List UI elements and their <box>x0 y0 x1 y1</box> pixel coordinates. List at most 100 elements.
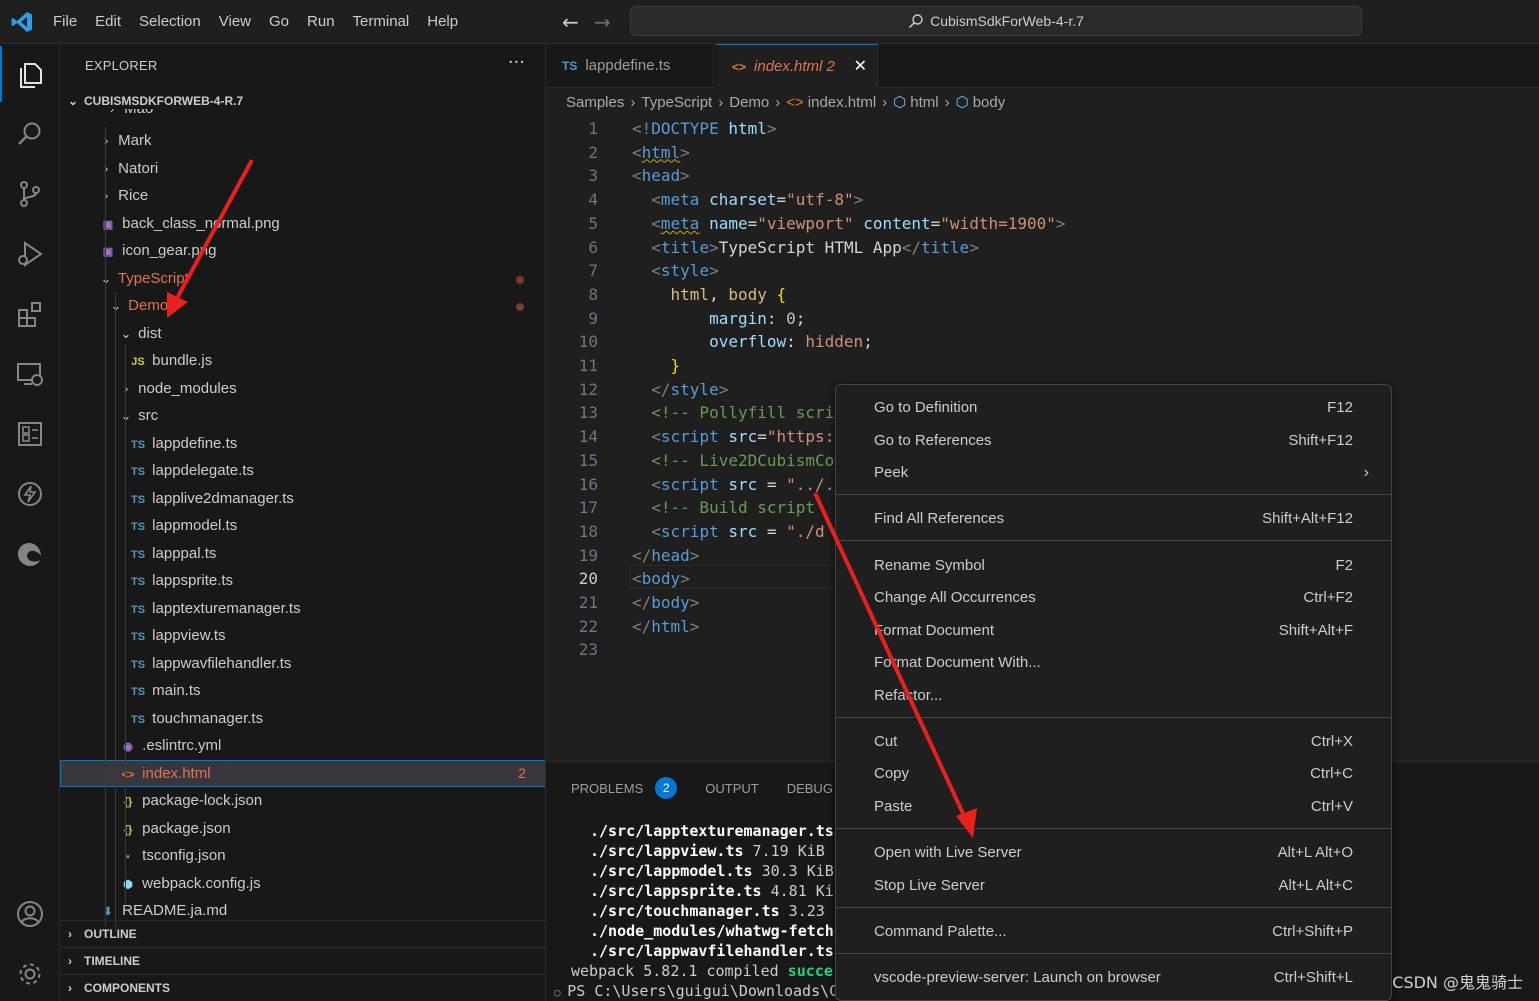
menu-item-open-with-live-server[interactable]: Open with Live Server Alt+L Alt+O <box>840 837 1387 869</box>
menu-item-peek[interactable]: Peek › <box>840 457 1387 489</box>
tree-file-eslintrc-yml[interactable]: ◉ .eslintrc.yml <box>60 732 545 760</box>
menu-item-vscode-preview-server-launch-on-browser[interactable]: vscode-preview-server: Launch on browser… <box>840 962 1387 994</box>
code-line[interactable]: 11 } <box>546 354 1539 378</box>
activity-remote-explorer[interactable] <box>0 346 60 402</box>
tree-file-index-html[interactable]: <> index.html 2 <box>60 759 545 787</box>
tree-file-lappsprite-ts[interactable]: TS lappsprite.ts <box>60 567 545 595</box>
panel-tab-problems[interactable]: PROBLEMS <box>571 781 643 796</box>
activity-search[interactable] <box>0 106 60 162</box>
menu-view[interactable]: View <box>210 7 260 37</box>
timeline-section[interactable]: › TIMELINE <box>60 947 545 974</box>
tree-file-lapptexturemanager-ts[interactable]: TS lapptexturemanager.ts <box>60 595 545 623</box>
panel-tab-output[interactable]: OUTPUT <box>705 781 758 796</box>
menu-file[interactable]: File <box>44 7 86 37</box>
tree-file-back-class-normal-png[interactable]: ▣ back_class_normal.png <box>60 210 545 238</box>
tree-file-lappwavfilehandler-ts[interactable]: TS lappwavfilehandler.ts <box>60 650 545 678</box>
components-section[interactable]: › COMPONENTS <box>60 974 545 1001</box>
activity-source-control[interactable] <box>0 166 60 222</box>
line-content: <script src = "../. <box>651 474 835 494</box>
breadcrumb-samples[interactable]: Samples <box>566 94 624 111</box>
breadcrumb-body[interactable]: body <box>973 94 1006 111</box>
tree-file-lappview-ts[interactable]: TS lappview.ts <box>60 622 545 650</box>
code-line[interactable]: 1 <!DOCTYPE html> <box>546 117 1539 141</box>
more-actions-icon[interactable]: ··· <box>508 52 525 73</box>
menu-item-find-all-references[interactable]: Find All References Shift+Alt+F12 <box>840 503 1387 535</box>
tree-folder-mark[interactable]: › Mark <box>60 127 545 155</box>
tree-folder-typescript[interactable]: ⌄ TypeScript <box>60 265 545 293</box>
menu-item-shortcut: Alt+L Alt+O <box>1277 844 1353 861</box>
forward-arrow-icon[interactable]: → <box>594 10 611 34</box>
menu-run[interactable]: Run <box>298 7 344 37</box>
menu-item-change-all-occurrences[interactable]: Change All Occurrences Ctrl+F2 <box>840 582 1387 614</box>
code-line[interactable]: 5 <meta name="viewport" content="width=1… <box>546 212 1539 236</box>
menu-item-command-palette[interactable]: Command Palette... Ctrl+Shift+P <box>840 916 1387 948</box>
code-line[interactable]: 4 <meta charset="utf-8"> <box>546 188 1539 212</box>
tree-file-package-lock-json[interactable]: {} package-lock.json <box>60 787 545 815</box>
tab-index-html[interactable]: <> index.html 2 ✕ <box>716 44 878 88</box>
breadcrumb-demo[interactable]: Demo <box>729 94 769 111</box>
line-number: 6 <box>588 237 598 257</box>
menu-help[interactable]: Help <box>418 7 467 37</box>
activity-extensions[interactable] <box>0 286 60 342</box>
menu-item-format-document-with[interactable]: Format Document With... <box>840 647 1387 679</box>
tree-folder-node-modules[interactable]: › node_modules <box>60 375 545 403</box>
tree-file-webpack-config-js[interactable]: ⬢ webpack.config.js <box>60 870 545 898</box>
tab-lappdefine[interactable]: TS lappdefine.ts <box>546 44 714 88</box>
tree-folder-natori[interactable]: › Natori <box>60 155 545 183</box>
menu-item-go-to-definition[interactable]: Go to Definition F12 <box>840 392 1387 424</box>
tree-file-lapppal-ts[interactable]: TS lapppal.ts <box>60 540 545 568</box>
activity-edge-devtools[interactable] <box>0 526 60 582</box>
tree-file-lappdelegate-ts[interactable]: TS lappdelegate.ts <box>60 457 545 485</box>
activity-live-share[interactable] <box>0 466 60 522</box>
back-arrow-icon[interactable]: ← <box>562 10 579 34</box>
code-line[interactable]: 8 html, body { <box>546 283 1539 307</box>
menu-item-stop-live-server[interactable]: Stop Live Server Alt+L Alt+C <box>840 870 1387 902</box>
tree-folder-dist[interactable]: ⌄ dist <box>60 320 545 348</box>
menu-item-refactor[interactable]: Refactor... <box>840 680 1387 712</box>
code-line[interactable]: 7 <style> <box>546 259 1539 283</box>
menu-separator <box>836 953 1391 954</box>
menu-item-copy[interactable]: Copy Ctrl+C <box>840 758 1387 790</box>
tree-file-lappdefine-ts[interactable]: TS lappdefine.ts <box>60 430 545 458</box>
activity-accounts[interactable] <box>0 886 60 942</box>
line-number: 17 <box>578 498 598 518</box>
tree-file-lapplive2dmanager-ts[interactable]: TS lapplive2dmanager.ts <box>60 485 545 513</box>
menu-edit[interactable]: Edit <box>86 7 130 37</box>
menu-terminal[interactable]: Terminal <box>344 7 419 37</box>
breadcrumb-index-html[interactable]: index.html <box>808 94 876 111</box>
tree-file-touchmanager-ts[interactable]: TS touchmanager.ts <box>60 705 545 733</box>
menu-item-cut[interactable]: Cut Ctrl+X <box>840 726 1387 758</box>
tree-file-lappmodel-ts[interactable]: TS lappmodel.ts <box>60 512 545 540</box>
tree-file-bundle-js[interactable]: JS bundle.js <box>60 347 545 375</box>
tree-folder-src[interactable]: ⌄ src <box>60 402 545 430</box>
menu-item-paste[interactable]: Paste Ctrl+V <box>840 791 1387 823</box>
activity-run-debug[interactable] <box>0 226 60 282</box>
breadcrumb-html[interactable]: html <box>910 94 938 111</box>
tree-item-partial[interactable]: › Mao <box>60 109 545 123</box>
menu-go[interactable]: Go <box>260 7 298 37</box>
code-line[interactable]: 6 <title>TypeScript HTML App</title> <box>546 236 1539 260</box>
tree-folder-demo[interactable]: ⌄ Demo <box>60 292 545 320</box>
extensions-icon <box>18 302 41 327</box>
outline-section[interactable]: › OUTLINE <box>60 920 545 947</box>
tree-folder-rice[interactable]: › Rice <box>60 182 545 210</box>
menu-selection[interactable]: Selection <box>130 7 210 37</box>
breadcrumb-typescript[interactable]: TypeScript <box>641 94 712 111</box>
menu-item-go-to-references[interactable]: Go to References Shift+F12 <box>840 425 1387 457</box>
menu-item-format-document[interactable]: Format Document Shift+Alt+F <box>840 615 1387 647</box>
menu-item-rename-symbol[interactable]: Rename Symbol F2 <box>840 550 1387 582</box>
tree-file-main-ts[interactable]: TS main.ts <box>60 677 545 705</box>
activity-explorer[interactable] <box>0 46 60 102</box>
menu-item-label: Refactor... <box>874 687 943 704</box>
tree-file-package-json[interactable]: {} package.json <box>60 815 545 843</box>
activity-manage[interactable] <box>0 946 60 1001</box>
close-icon[interactable]: ✕ <box>854 45 867 89</box>
code-line[interactable]: 10 overflow: hidden; <box>546 330 1539 354</box>
activity-cmake[interactable] <box>0 406 60 462</box>
code-line[interactable]: 9 margin: 0; <box>546 307 1539 331</box>
tree-file-icon-gear-png[interactable]: ▣ icon_gear.png <box>60 237 545 265</box>
tree-file-tsconfig-json[interactable]: ▪ tsconfig.json <box>60 842 545 870</box>
code-line[interactable]: 3 <head> <box>546 164 1539 188</box>
command-center-search[interactable]: CubismSdkForWeb-4-r.7 <box>630 6 1362 36</box>
code-line[interactable]: 2 <html> <box>546 141 1539 165</box>
